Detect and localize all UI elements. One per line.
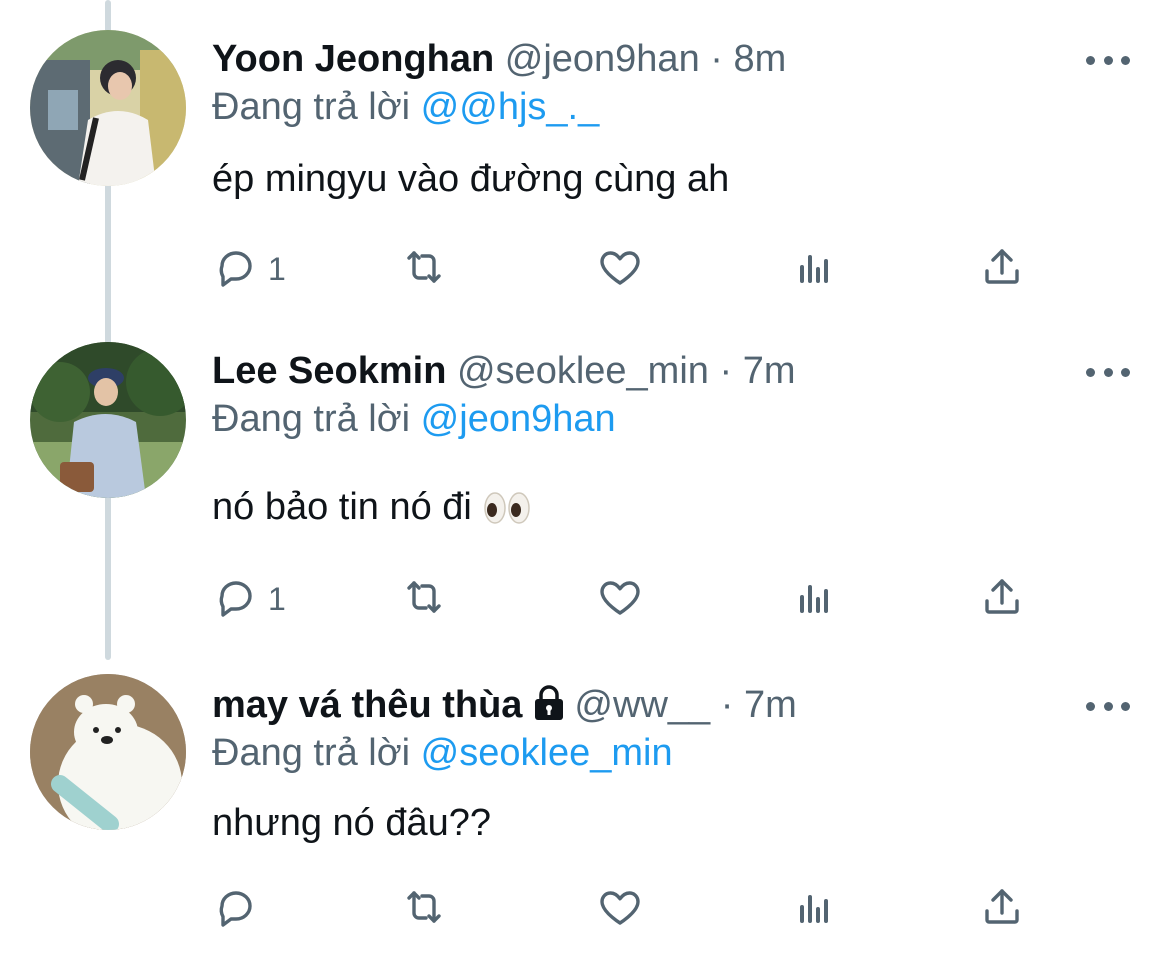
- replying-to: Đang trả lời @jeon9han: [212, 396, 616, 442]
- share-button[interactable]: [978, 574, 1026, 624]
- like-button[interactable]: [596, 884, 652, 934]
- user-handle[interactable]: @ww__: [574, 684, 710, 726]
- retweet-button[interactable]: [400, 884, 456, 934]
- analytics-button[interactable]: [790, 884, 838, 934]
- like-button[interactable]: [596, 244, 652, 294]
- mention-link[interactable]: @@hjs_._: [421, 86, 600, 128]
- reply-icon: [212, 243, 260, 296]
- analytics-icon: [790, 243, 838, 296]
- share-icon: [978, 243, 1026, 296]
- heart-icon: [596, 883, 644, 936]
- more-options-icon[interactable]: [1086, 362, 1130, 382]
- lock-icon: [532, 685, 566, 732]
- action-bar: [212, 884, 1042, 934]
- retweet-button[interactable]: [400, 244, 456, 294]
- avatar[interactable]: [30, 674, 186, 830]
- heart-icon: [596, 243, 644, 296]
- avatar[interactable]: [30, 30, 186, 186]
- separator: ·: [719, 350, 733, 392]
- like-button[interactable]: [596, 574, 652, 624]
- more-options-icon[interactable]: [1086, 696, 1130, 716]
- replying-prefix: Đang trả lời: [212, 398, 411, 440]
- action-bar: 1: [212, 244, 1042, 294]
- timestamp[interactable]: 7m: [743, 350, 796, 392]
- timestamp[interactable]: 7m: [744, 684, 797, 726]
- share-icon: [978, 883, 1026, 936]
- reply-count: 1: [268, 580, 286, 617]
- reply-count: 1: [268, 250, 286, 287]
- analytics-button[interactable]: [790, 244, 838, 294]
- tweet-text-container: nó bảo tin nó đi: [212, 484, 530, 536]
- share-button[interactable]: [978, 884, 1026, 934]
- replying-to: Đang trả lời @seoklee_min: [212, 730, 673, 776]
- retweet-icon: [400, 883, 448, 936]
- analytics-button[interactable]: [790, 574, 838, 624]
- analytics-icon: [790, 573, 838, 626]
- reply-button[interactable]: 1: [212, 574, 286, 624]
- retweet-button[interactable]: [400, 574, 456, 624]
- user-handle[interactable]: @jeon9han: [505, 38, 700, 80]
- display-name[interactable]: may vá thêu thùa: [212, 684, 522, 726]
- separator: ·: [710, 38, 723, 80]
- tweet-text: nó bảo tin nó đi: [212, 486, 472, 528]
- tweet-header: Lee Seokmin @seoklee_min · 7m: [212, 348, 795, 394]
- reply-icon: [212, 883, 260, 936]
- tweet-text: nhưng nó đâu??: [212, 802, 492, 844]
- analytics-icon: [790, 883, 838, 936]
- reply-button[interactable]: [212, 884, 268, 934]
- timestamp[interactable]: 8m: [734, 38, 787, 80]
- retweet-icon: [400, 573, 448, 626]
- tweet-header: may vá thêu thùa @ww__ · 7m: [212, 682, 797, 732]
- action-bar: 1: [212, 574, 1042, 624]
- tweet[interactable]: may vá thêu thùa @ww__ · 7m Đang trả lời …: [0, 674, 1170, 959]
- display-name[interactable]: Lee Seokmin: [212, 350, 446, 392]
- mention-link[interactable]: @jeon9han: [421, 398, 616, 440]
- reply-button[interactable]: 1: [212, 244, 286, 294]
- replying-to: Đang trả lời @@hjs_._: [212, 84, 599, 130]
- user-handle[interactable]: @seoklee_min: [457, 350, 709, 392]
- avatar[interactable]: [30, 342, 186, 498]
- share-icon: [978, 573, 1026, 626]
- tweet-text: ép mingyu vào đường cùng ah: [212, 158, 730, 200]
- separator: ·: [720, 684, 734, 726]
- tweet[interactable]: Lee Seokmin @seoklee_min · 7m Đang trả l…: [0, 342, 1170, 628]
- eyes-emoji: [484, 490, 530, 536]
- share-button[interactable]: [978, 244, 1026, 294]
- replying-prefix: Đang trả lời: [212, 732, 411, 774]
- reply-icon: [212, 573, 260, 626]
- replying-prefix: Đang trả lời: [212, 86, 411, 128]
- display-name[interactable]: Yoon Jeonghan: [212, 38, 494, 80]
- retweet-icon: [400, 243, 448, 296]
- tweet-header: Yoon Jeonghan @jeon9han · 8m: [212, 36, 786, 82]
- tweet[interactable]: Yoon Jeonghan @jeon9han · 8m Đang trả lờ…: [0, 30, 1170, 316]
- more-options-icon[interactable]: [1086, 50, 1130, 70]
- heart-icon: [596, 573, 644, 626]
- mention-link[interactable]: @seoklee_min: [421, 732, 673, 774]
